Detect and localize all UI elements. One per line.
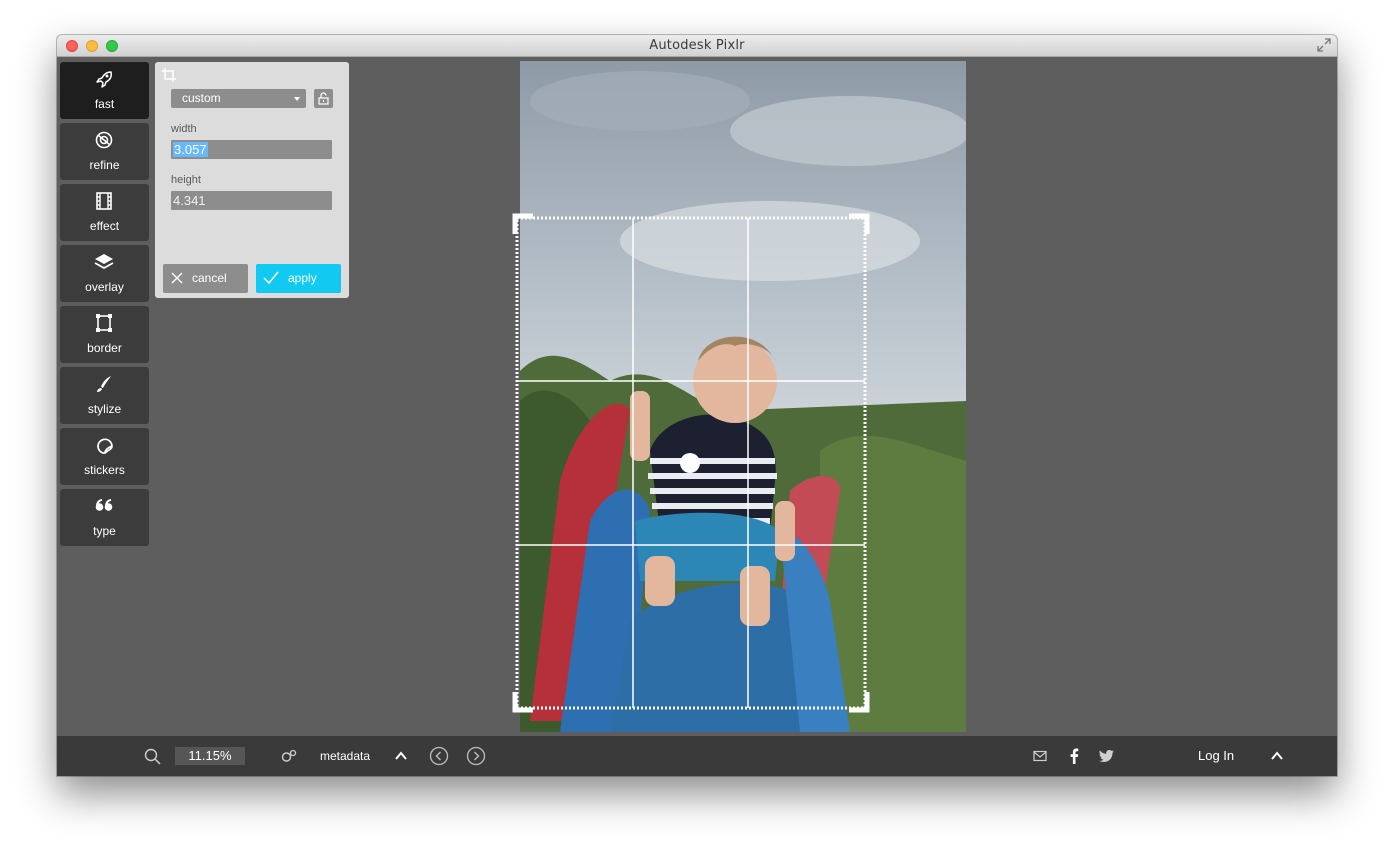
title-bar: Autodesk Pixlr bbox=[57, 35, 1337, 57]
film-icon bbox=[96, 192, 112, 210]
height-input[interactable]: 4.341 bbox=[171, 191, 332, 210]
apply-label: apply bbox=[288, 271, 317, 285]
tool-label: border bbox=[87, 341, 122, 355]
bottom-toolbar: 11.15% metadata Log In bbox=[57, 736, 1337, 776]
checkmark-icon bbox=[263, 271, 279, 285]
border-icon bbox=[96, 314, 112, 332]
aspect-lock-button[interactable] bbox=[314, 89, 333, 108]
tool-sidebar: fast refine effect overlay border styliz… bbox=[60, 62, 149, 550]
tool-stylize[interactable]: stylize bbox=[60, 367, 149, 424]
close-icon bbox=[171, 272, 183, 284]
sticker-icon bbox=[97, 438, 113, 454]
zoom-icon[interactable] bbox=[144, 748, 161, 765]
cancel-button[interactable]: cancel bbox=[163, 264, 248, 293]
cancel-label: cancel bbox=[192, 271, 227, 285]
quote-icon bbox=[95, 499, 113, 511]
tool-label: stickers bbox=[84, 463, 125, 477]
width-label: width bbox=[171, 123, 197, 135]
tool-label: fast bbox=[94, 97, 115, 111]
tool-overlay[interactable]: overlay bbox=[60, 245, 149, 302]
apply-button[interactable]: apply bbox=[256, 264, 341, 293]
brush-icon bbox=[97, 376, 111, 392]
fullscreen-icon[interactable] bbox=[1317, 38, 1331, 52]
tool-label: effect bbox=[89, 219, 120, 233]
tool-label: overlay bbox=[85, 280, 124, 294]
crop-preset-select[interactable]: custom bbox=[171, 89, 306, 108]
compare-icon[interactable] bbox=[281, 749, 297, 763]
facebook-icon[interactable] bbox=[1069, 748, 1079, 764]
tool-refine[interactable]: refine bbox=[60, 123, 149, 180]
tool-label: refine bbox=[89, 158, 120, 172]
window-title: Autodesk Pixlr bbox=[649, 38, 745, 53]
twitter-icon[interactable] bbox=[1099, 750, 1114, 762]
rocket-icon bbox=[96, 71, 112, 88]
chevron-down-icon bbox=[294, 97, 300, 101]
tool-border[interactable]: border bbox=[60, 306, 149, 363]
email-share-icon[interactable] bbox=[1033, 750, 1047, 762]
height-label: height bbox=[171, 174, 201, 186]
crop-icon bbox=[162, 68, 176, 82]
width-value: 3.057 bbox=[173, 142, 208, 157]
tool-label: stylize bbox=[87, 402, 122, 416]
close-window-button[interactable] bbox=[66, 40, 78, 52]
app-window: Autodesk Pixlr fast refine effect overla… bbox=[57, 35, 1337, 776]
width-input[interactable]: 3.057 bbox=[171, 140, 332, 159]
login-button[interactable]: Log In bbox=[1198, 748, 1234, 763]
height-value: 4.341 bbox=[173, 193, 206, 208]
crop-preset-value: custom bbox=[182, 91, 221, 105]
zoom-level[interactable]: 11.15% bbox=[175, 747, 245, 765]
tool-label: type bbox=[93, 524, 116, 538]
tool-effect[interactable]: effect bbox=[60, 184, 149, 241]
refine-icon bbox=[95, 131, 113, 149]
zoom-window-button[interactable] bbox=[106, 40, 118, 52]
tool-type[interactable]: type bbox=[60, 489, 149, 546]
layers-icon bbox=[94, 254, 114, 270]
unlock-icon bbox=[318, 92, 329, 105]
crop-box[interactable] bbox=[512, 213, 872, 716]
chevron-up-icon[interactable] bbox=[395, 751, 407, 760]
crop-panel: custom width 3.057 height 4.341 cancel a… bbox=[155, 62, 349, 298]
metadata-button[interactable]: metadata bbox=[320, 749, 370, 763]
tool-stickers[interactable]: stickers bbox=[60, 428, 149, 485]
minimize-window-button[interactable] bbox=[86, 40, 98, 52]
next-icon[interactable] bbox=[466, 746, 486, 766]
previous-icon[interactable] bbox=[429, 746, 449, 766]
tool-fast[interactable]: fast bbox=[60, 62, 149, 119]
chevron-up-icon[interactable] bbox=[1271, 751, 1283, 760]
